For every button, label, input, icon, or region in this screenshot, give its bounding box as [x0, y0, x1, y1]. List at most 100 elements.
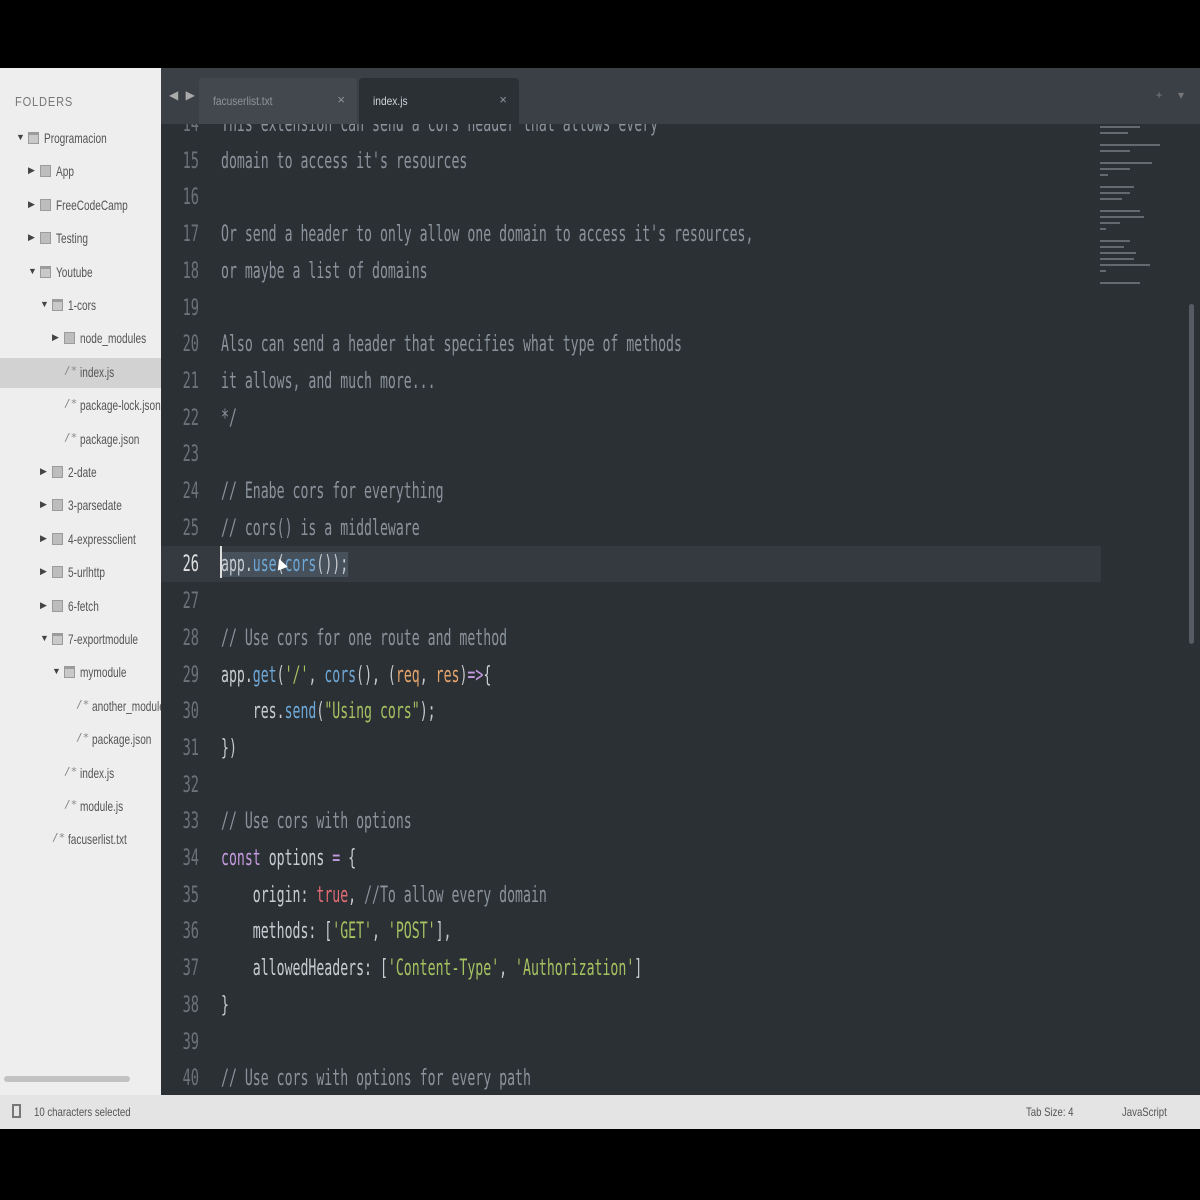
- tree-item[interactable]: ▼ Youtube: [0, 258, 161, 288]
- tree-item[interactable]: ▼ mymodule: [0, 658, 161, 688]
- code-line[interactable]: 21 it allows, and much more...: [161, 363, 1101, 399]
- tree-item[interactable]: ▶ FreeCodeCamp: [0, 191, 161, 221]
- code-line[interactable]: 33 // Use cors with options: [161, 803, 1101, 839]
- tree-item[interactable]: ▶ node_modules: [0, 324, 161, 354]
- line-number: 17: [182, 222, 199, 248]
- tree-item[interactable]: ▼ 1-cors: [0, 291, 161, 321]
- code-line[interactable]: 24 // Enabe cors for everything: [161, 473, 1101, 509]
- tree-item[interactable]: /* facuserlist.txt: [0, 825, 161, 855]
- chevron-right-icon[interactable]: ▶: [40, 566, 47, 577]
- chevron-right-icon[interactable]: ▶: [28, 165, 35, 176]
- code-editor[interactable]: 14 This extension can send a cors header …: [161, 124, 1200, 1095]
- code-line[interactable]: 25 // cors() is a middleware: [161, 510, 1101, 546]
- tab-size-indicator[interactable]: Tab Size: 4: [1026, 1105, 1074, 1119]
- code-token: );: [419, 699, 436, 725]
- code-line[interactable]: 19: [161, 290, 1101, 326]
- code-line[interactable]: 20 Also can send a header that specifies …: [161, 326, 1101, 362]
- tree-item[interactable]: ▶ App: [0, 157, 161, 187]
- line-number: 15: [182, 148, 199, 174]
- minimap[interactable]: [1100, 126, 1170, 296]
- tree-item[interactable]: /* package.json: [0, 725, 161, 755]
- tree-item[interactable]: ▶ 2-date: [0, 458, 161, 488]
- chevron-right-icon[interactable]: ▶: [40, 533, 47, 544]
- code-line[interactable]: 40 // Use cors with options for every pat…: [161, 1060, 1101, 1095]
- code-line[interactable]: 15 domain to access it's resources: [161, 143, 1101, 179]
- tree-item[interactable]: ▶ 5-urlhttp: [0, 558, 161, 588]
- tree-item[interactable]: /* index.js: [0, 759, 161, 789]
- code-token: ,: [419, 662, 436, 688]
- tree-item[interactable]: /* module.js: [0, 792, 161, 822]
- panel-toggle-icon[interactable]: [12, 1104, 21, 1118]
- tab-index-js[interactable]: index.js ×: [359, 78, 519, 124]
- code-line[interactable]: 30 res.send("Using cors");: [161, 693, 1101, 729]
- code-line[interactable]: 14 This extension can send a cors header …: [161, 124, 1101, 142]
- line-number: 38: [182, 992, 199, 1018]
- code-token: cors: [324, 662, 357, 688]
- tree-item[interactable]: ▶ 6-fetch: [0, 592, 161, 622]
- syntax-indicator[interactable]: JavaScript: [1122, 1105, 1167, 1119]
- code-token: 'POST': [387, 919, 436, 945]
- chevron-right-icon[interactable]: ▶: [28, 232, 35, 243]
- chevron-down-icon[interactable]: ▼: [16, 132, 25, 142]
- chevron-right-icon[interactable]: ▶: [40, 466, 47, 477]
- chevron-right-icon[interactable]: ▶: [40, 600, 47, 611]
- code-line[interactable]: 31}): [161, 730, 1101, 766]
- line-number: 28: [182, 625, 199, 651]
- code-token: // Use cors with options for every path: [221, 1066, 531, 1092]
- code-line[interactable]: 17 Or send a header to only allow one dom…: [161, 216, 1101, 252]
- sidebar-scrollbar[interactable]: [4, 1076, 130, 1082]
- tree-item[interactable]: ▶ 3-parsedate: [0, 491, 161, 521]
- tab-nav-arrows-icon[interactable]: ◀ ▶: [169, 88, 197, 102]
- code-token: This extension can send a cors header th…: [221, 124, 659, 137]
- code-line[interactable]: 22 */: [161, 400, 1101, 436]
- code-text: or maybe a list of domains: [221, 259, 428, 284]
- code-line[interactable]: 32: [161, 767, 1101, 803]
- line-number: 16: [182, 185, 199, 211]
- code-line[interactable]: 37 allowedHeaders: ['Content-Type', 'Aut…: [161, 950, 1101, 986]
- code-text: This extension can send a cors header th…: [221, 124, 658, 137]
- chevron-down-icon[interactable]: ▼: [40, 633, 49, 643]
- chevron-right-icon[interactable]: ▶: [28, 199, 35, 210]
- tree-item-label: 3-parsedate: [68, 497, 122, 514]
- chevron-down-icon[interactable]: ▼: [40, 299, 49, 309]
- code-token: (), (: [356, 662, 396, 688]
- code-line[interactable]: 29 app.get('/', cors(), (req, res)=>{: [161, 657, 1101, 693]
- tree-item[interactable]: /* package.json: [0, 425, 161, 455]
- code-line[interactable]: 35 origin: true, //To allow every domain: [161, 877, 1101, 913]
- code-line[interactable]: 28 // Use cors for one route and method: [161, 620, 1101, 656]
- code-line[interactable]: 38}: [161, 987, 1101, 1023]
- code-line[interactable]: 34 const options = {: [161, 840, 1101, 876]
- code-text: // Use cors with options: [221, 809, 412, 834]
- tree-item[interactable]: /* another_module: [0, 692, 161, 722]
- chevron-right-icon[interactable]: ▶: [52, 332, 59, 343]
- tree-item[interactable]: ▼ Programacion: [0, 124, 161, 154]
- tab-facuserlist[interactable]: facuserlist.txt ×: [199, 78, 357, 124]
- tree-item[interactable]: ▼ 7-exportmodule: [0, 625, 161, 655]
- code-line[interactable]: 16: [161, 179, 1101, 215]
- chevron-down-icon[interactable]: ▼: [28, 266, 37, 276]
- code-line[interactable]: 36 methods: ['GET', 'POST'],: [161, 913, 1101, 949]
- code-line[interactable]: 39: [161, 1024, 1101, 1060]
- code-line[interactable]: 23: [161, 436, 1101, 472]
- code-token: ,: [348, 882, 365, 908]
- folder-icon: [52, 466, 63, 478]
- tree-item[interactable]: ▶ 4-expressclient: [0, 525, 161, 555]
- code-line[interactable]: 26 app.use(cors());: [161, 546, 1101, 583]
- code-line[interactable]: 27: [161, 583, 1101, 619]
- tree-item[interactable]: /* index.js: [0, 357, 161, 388]
- code-token: origin:: [221, 882, 317, 908]
- close-icon[interactable]: ×: [499, 92, 507, 107]
- vertical-scrollbar[interactable]: [1189, 304, 1194, 644]
- file-icon: /*: [64, 764, 78, 778]
- chevron-right-icon[interactable]: ▶: [40, 499, 47, 510]
- code-token: const: [221, 846, 261, 871]
- chevron-down-icon[interactable]: ▼: [52, 666, 61, 676]
- sidebar: FOLDERS ▼ Programacion ▶ App ▶ FreeCodeCamp ▶ T…: [0, 68, 161, 1095]
- tree-item-label: Testing: [56, 230, 88, 247]
- close-icon[interactable]: ×: [337, 92, 345, 107]
- tree-item[interactable]: /* package-lock.json: [0, 391, 161, 421]
- tree-item[interactable]: ▶ Testing: [0, 224, 161, 254]
- code-line[interactable]: 18 or maybe a list of domains: [161, 253, 1101, 289]
- code-text: Or send a header to only allow one domai…: [221, 222, 753, 247]
- new-tab-icon[interactable]: + ▾: [1156, 88, 1190, 102]
